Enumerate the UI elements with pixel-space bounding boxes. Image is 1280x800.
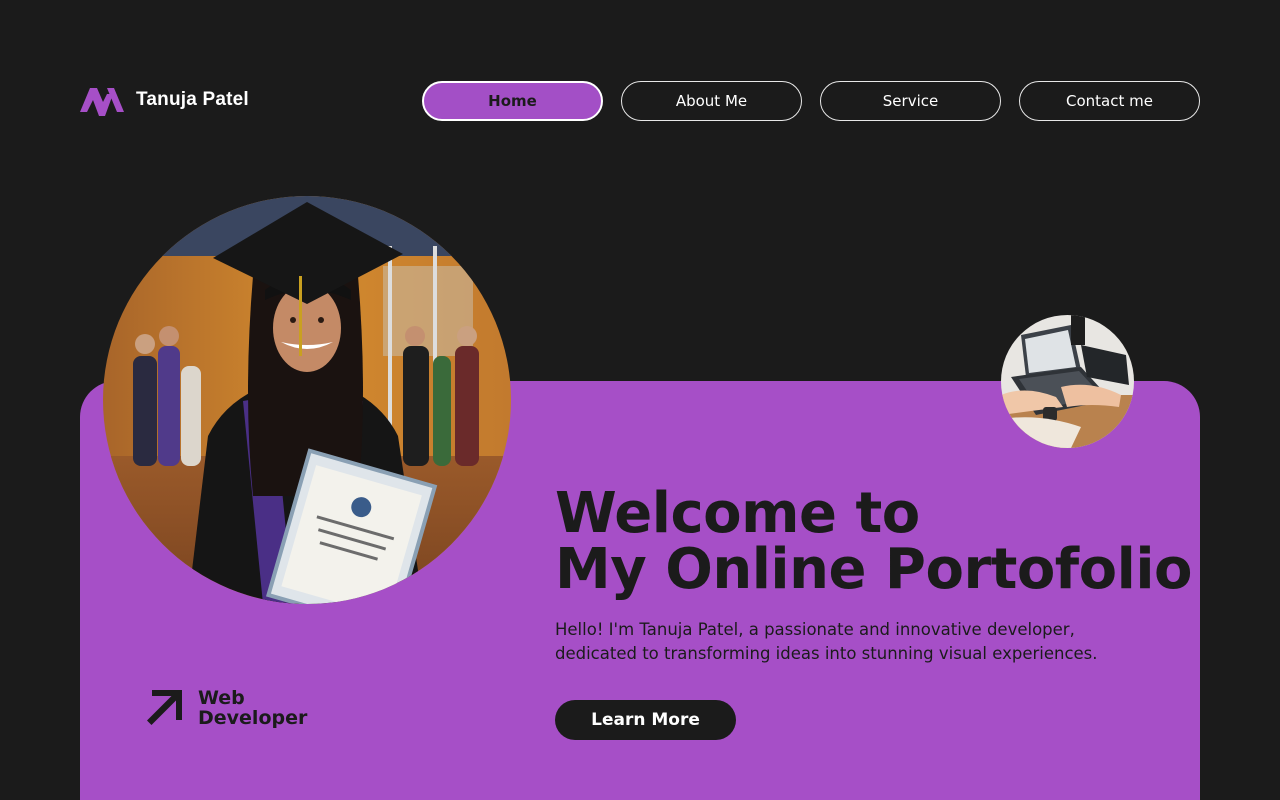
brand[interactable]: Tanuja Patel	[80, 84, 249, 116]
nav-contact-button[interactable]: Contact me	[1019, 81, 1200, 121]
role-line2: Developer	[198, 707, 308, 729]
hero-description-line2: dedicated to transforming ideas into stu…	[555, 644, 1098, 663]
typing-laptop-image	[1001, 315, 1134, 448]
learn-more-button[interactable]: Learn More	[555, 700, 736, 740]
profile-photo	[103, 196, 511, 604]
hero-title-line2: My Online Portofolio	[555, 537, 1193, 602]
arrow-up-right-icon	[147, 690, 182, 725]
hero-title: Welcome to My Online Portofolio	[555, 486, 1195, 598]
role-line1: Web	[198, 687, 245, 709]
hero-description: Hello! I'm Tanuja Patel, a passionate an…	[555, 618, 1155, 666]
nav-about-button[interactable]: About Me	[621, 81, 802, 121]
workspace-photo	[1001, 315, 1134, 448]
graduation-portrait-image	[103, 196, 511, 604]
hero-title-line1: Welcome to	[555, 481, 920, 546]
site-header: Tanuja Patel Home About Me Service Conta…	[80, 80, 1200, 122]
role-label: Web Developer	[198, 688, 307, 728]
role-tag: Web Developer	[146, 688, 307, 728]
hero-description-line1: Hello! I'm Tanuja Patel, a passionate an…	[555, 620, 1075, 639]
m-logo-icon	[80, 88, 124, 116]
nav-home-button[interactable]: Home	[422, 81, 603, 121]
brand-name: Tanuja Patel	[136, 89, 249, 110]
nav-service-button[interactable]: Service	[820, 81, 1001, 121]
main-nav: Home About Me Service Contact me	[422, 81, 1200, 121]
